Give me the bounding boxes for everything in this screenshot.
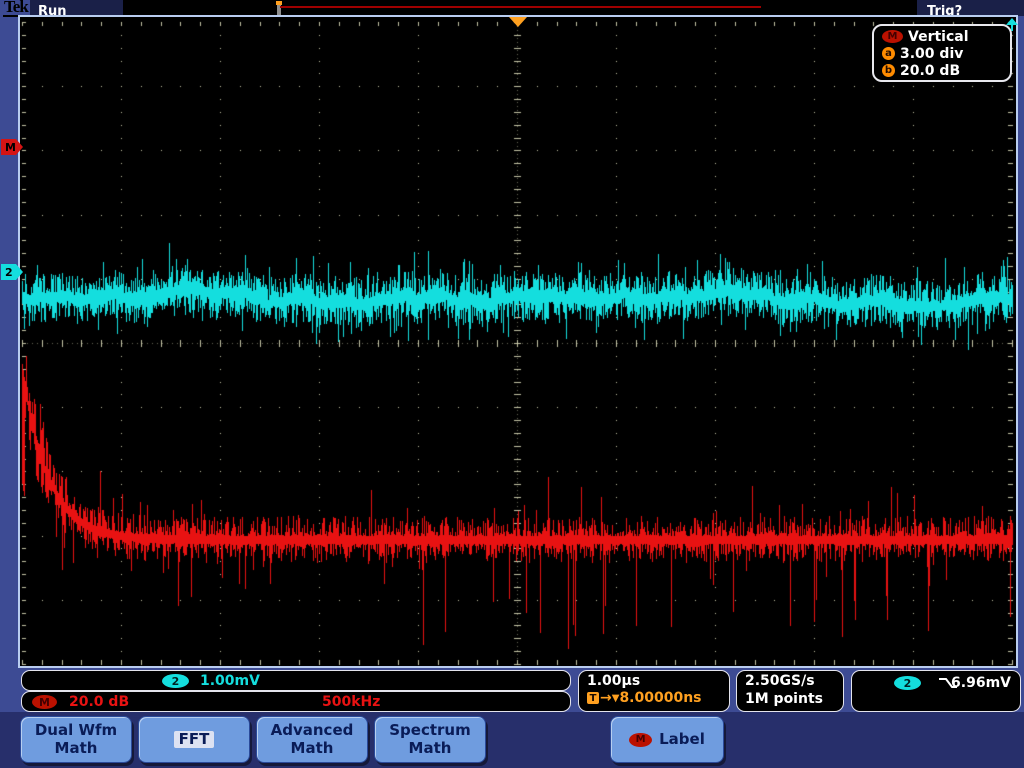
trigger-position-icon [509,17,527,27]
arrow-icon: → [600,690,612,706]
math-span-value: 500kHz [322,694,381,710]
vertical-scale-db: 20.0 dB [900,62,961,79]
horizontal-readout: 1.00µs T → ▼ 8.00000ns [578,670,730,712]
math-badge-icon: M [629,732,653,747]
trigger-source-badge-icon: 2 [894,676,921,690]
acquisition-readout: 2.50GS/s 1M points [736,670,844,712]
delay-triangle-icon: ▼ [611,692,620,704]
button-label: Math [54,738,98,757]
horizontal-scale-value: 1.00µs [587,673,641,689]
knob-a-icon: a [882,47,895,60]
label-button[interactable]: M Label [610,716,724,763]
oscilloscope-screen: Tek Run Trig? M 2 M Vertical a 3.00 div … [0,0,1024,768]
expansion-point-cap-icon [276,1,282,5]
advanced-math-button[interactable]: Advanced Math [256,716,368,763]
button-label: Label [659,729,705,748]
fft-button[interactable]: FFT [138,716,250,763]
expansion-point-marker [276,1,282,15]
trigger-delay-icon: T [587,692,599,704]
button-label: Math [408,738,452,757]
button-label-selected: FFT [173,730,215,749]
menu-bar: Dual Wfm Math FFT Advanced Math Spectrum… [0,712,1024,768]
ch2-scale-value: 1.00mV [200,673,260,689]
display-area [20,17,1016,666]
math-badge-icon: M [882,30,903,43]
horizontal-delay-value: 8.00000ns [619,690,702,706]
acquisition-status-bar: Run [30,0,123,19]
record-progress-line [280,6,761,8]
graticule-canvas [20,17,1016,666]
button-label: Dual Wfm [34,721,118,740]
dual-wfm-math-button[interactable]: Dual Wfm Math [20,716,132,763]
ch2-scale-readout: 2 1.00mV [21,670,571,691]
vertical-box-title: Vertical [908,28,969,45]
display-frame [18,15,1018,668]
knob-b-icon: b [882,64,895,77]
math-scale-readout: M 20.0 dB 500kHz [21,691,571,712]
record-length-value: 1M points [745,691,823,707]
record-view-bar [123,0,917,16]
ch2-badge-icon: 2 [162,674,189,688]
vertical-settings-box: M Vertical a 3.00 div b 20.0 dB [872,24,1012,82]
trigger-status-bar: Trig? [917,0,1024,19]
math-scale-value: 20.0 dB [69,694,130,710]
button-label: Advanced [270,721,354,740]
trigger-readout: 2 6.96mV [851,670,1021,712]
sample-rate-value: 2.50GS/s [745,673,815,689]
vertical-scale-div: 3.00 div [900,45,964,62]
button-label: Spectrum [389,721,471,740]
trigger-level-value: 6.96mV [951,675,1011,691]
math-badge-icon: M [32,695,57,709]
spectrum-math-button[interactable]: Spectrum Math [374,716,486,763]
button-label: Math [290,738,334,757]
